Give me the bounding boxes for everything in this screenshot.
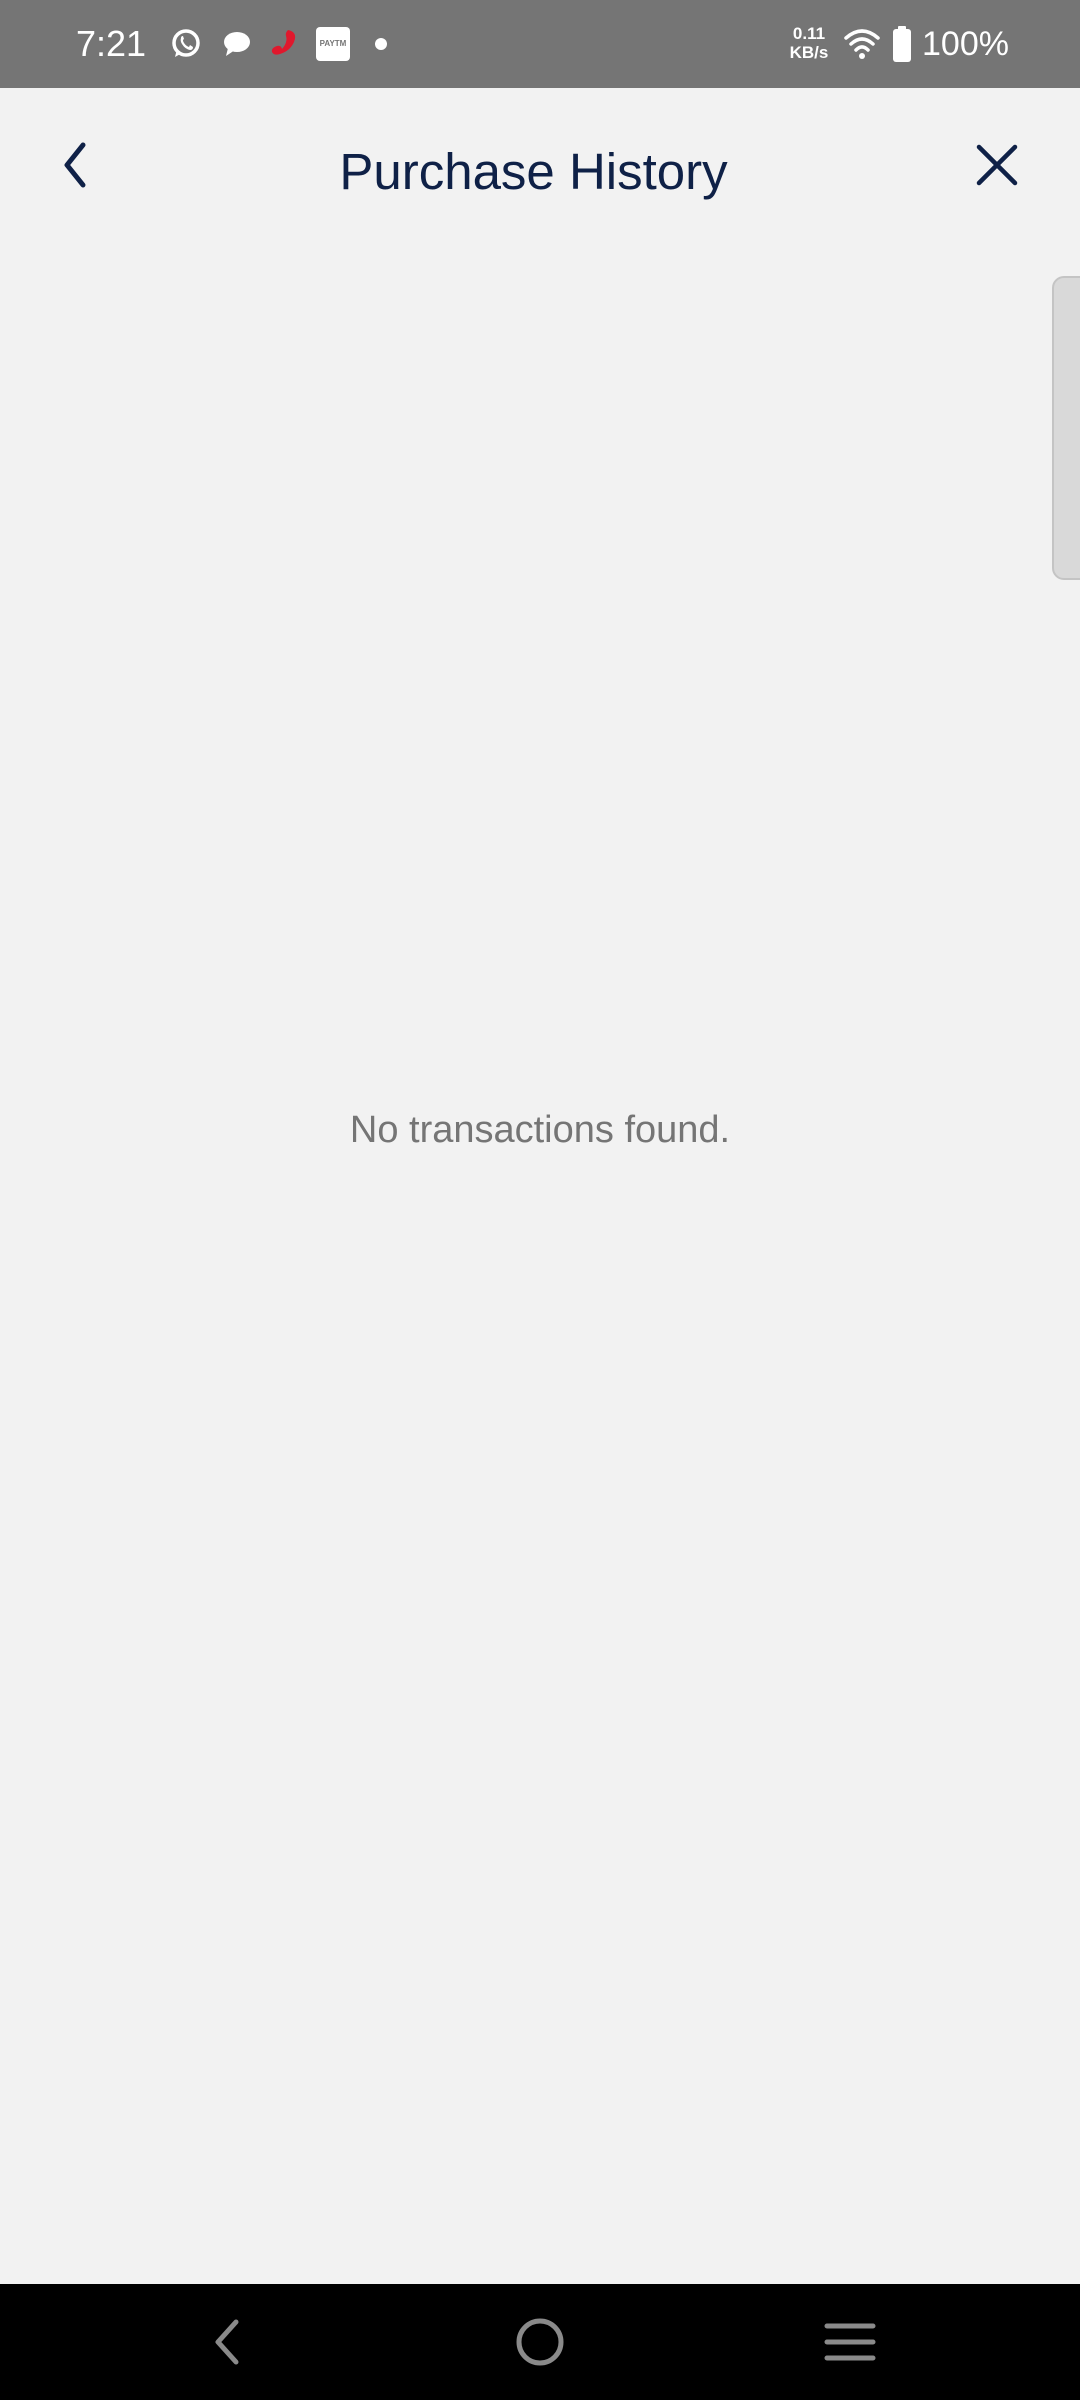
status-bar: 7:21 PAYTM 0.11 KB/s 100% [0,0,1080,88]
nav-recents-button[interactable] [810,2302,890,2382]
nav-back-button[interactable] [188,2302,268,2382]
nav-home-button[interactable] [500,2302,580,2382]
airtel-icon [264,24,304,64]
status-time: 7:21 [76,23,147,64]
notification-dot-icon [375,38,387,50]
nav-recents-icon [824,2323,876,2361]
system-nav-bar [0,2284,1080,2400]
chat-bubble-icon [216,24,256,64]
network-speed-unit: KB/s [789,43,829,62]
battery-percentage: 100% [922,25,1009,63]
page-title: Purchase History [339,143,728,200]
close-icon [976,144,1018,186]
network-speed: 0.11 KB/s [784,24,834,62]
scroll-handle[interactable] [1052,276,1080,580]
battery-icon [882,24,922,64]
paytm-icon: PAYTM [316,27,350,61]
network-speed-value: 0.11 [792,24,826,43]
nav-back-icon [215,2319,239,2365]
header: Purchase History [0,88,1080,258]
empty-state-message: No transactions found. [349,1109,731,1151]
wifi-icon [842,24,882,64]
whatsapp-icon [166,24,206,64]
nav-home-icon [516,2318,564,2366]
paytm-label: PAYTM [319,39,347,48]
close-button[interactable] [962,130,1032,200]
